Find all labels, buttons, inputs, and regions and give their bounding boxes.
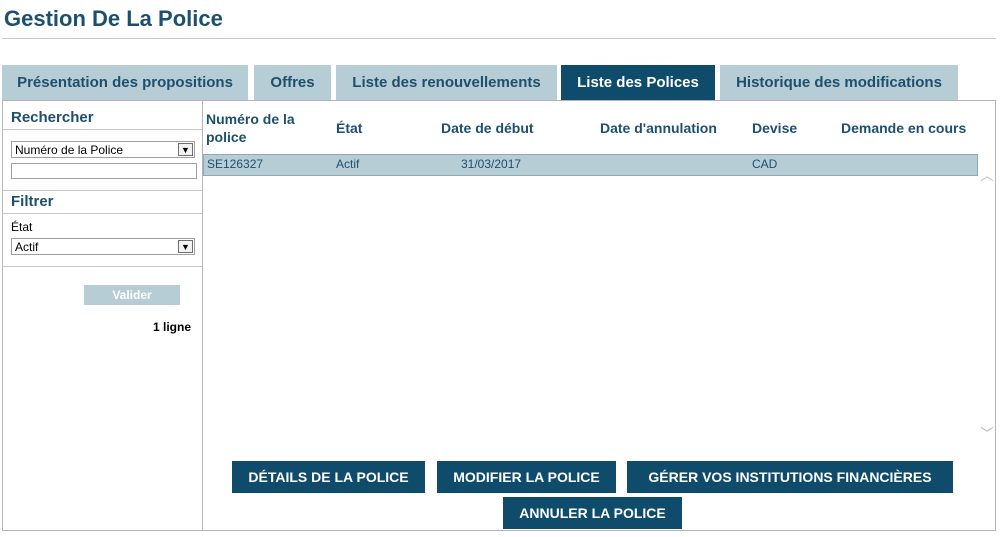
policy-details-button[interactable]: DÉTAILS DE LA POLICE (232, 461, 425, 493)
column-header-policy-number: Numéro de la police (206, 111, 295, 145)
sidebar-divider (2, 266, 202, 267)
validate-button[interactable]: Valider (84, 285, 180, 305)
sidebar-divider (2, 129, 202, 130)
table-row[interactable] (203, 154, 978, 176)
cell-policy-number: SE126327 (207, 157, 264, 171)
column-header-start-date: Date de début (441, 120, 534, 136)
search-heading: Rechercher (11, 109, 94, 126)
cell-currency: CAD (752, 157, 778, 171)
column-header-pending-request: Demande en cours (841, 120, 967, 136)
tab-liste-polices[interactable]: Liste des Polices (561, 65, 715, 100)
chevron-up-icon[interactable]: ︿ (980, 166, 994, 183)
chevron-down-icon[interactable]: ▼ (178, 240, 193, 253)
column-header-currency: Devise (752, 120, 798, 136)
column-header-state: État (336, 120, 363, 136)
tab-presentation-propositions[interactable]: Présentation des propositions (2, 65, 248, 100)
tab-historique-modifications[interactable]: Historique des modifications (720, 65, 958, 100)
page-title: Gestion De La Police (4, 6, 223, 31)
column-header-cancellation-date: Date d'annulation (600, 120, 717, 136)
manage-institutions-button[interactable]: GÉRER VOS INSTITUTIONS FINANCIÈRES (627, 461, 953, 493)
state-filter-select-value: Actif (15, 239, 39, 254)
sidebar-divider (2, 213, 202, 214)
search-field-select-value: Numéro de la Police (15, 142, 124, 157)
chevron-down-icon[interactable]: ﹀ (980, 424, 994, 441)
chevron-down-icon[interactable]: ▼ (178, 143, 193, 156)
cell-state: Actif (336, 157, 360, 171)
tab-liste-renouvellements[interactable]: Liste des renouvellements (336, 65, 557, 100)
title-divider (2, 38, 996, 39)
cancel-policy-button[interactable]: ANNULER LA POLICE (503, 497, 682, 529)
sidebar-divider (2, 190, 202, 191)
result-count: 1 ligne (152, 320, 191, 334)
state-filter-select[interactable]: Actif ▼ (11, 238, 195, 255)
cell-start-date: 31/03/2017 (461, 157, 522, 171)
state-filter-label: État (11, 220, 33, 234)
filter-heading: Filtrer (11, 193, 54, 210)
search-input[interactable] (11, 163, 197, 179)
modify-policy-button[interactable]: MODIFIER LA POLICE (437, 461, 616, 493)
sidebar: Rechercher Numéro de la Police ▼ Filtrer… (2, 100, 203, 531)
search-field-select[interactable]: Numéro de la Police ▼ (11, 141, 195, 158)
tab-offres[interactable]: Offres (254, 65, 331, 100)
